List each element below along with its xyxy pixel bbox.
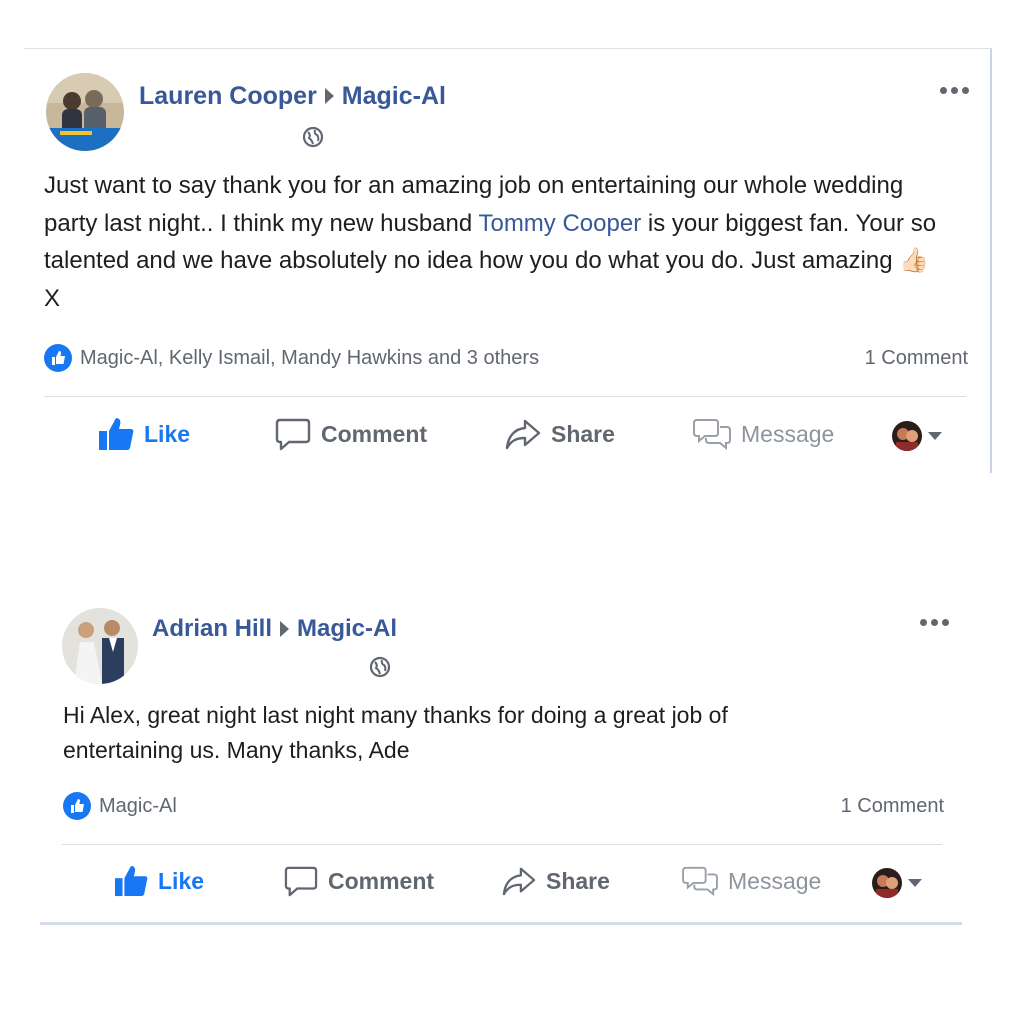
like-reaction-icon — [63, 792, 91, 820]
thumbs-up-emoji: 👍🏻 — [899, 247, 930, 274]
caret-down-icon — [908, 879, 922, 887]
caret-down-icon — [928, 432, 942, 440]
author-name-link[interactable]: Lauren Cooper — [139, 82, 317, 111]
post-card-adrian: Adrian Hill Magic-Al Hi Alex, great nigh… — [40, 600, 962, 925]
actions-divider — [62, 844, 942, 845]
post-card-lauren: Lauren Cooper Magic-Al Just want to say … — [24, 48, 992, 473]
comment-button[interactable]: Comment — [275, 417, 427, 451]
more-options-icon[interactable] — [920, 619, 949, 626]
author-avatar[interactable] — [62, 608, 138, 684]
author-name-link[interactable]: Adrian Hill — [152, 615, 272, 643]
shared-to-arrow-icon — [280, 621, 290, 637]
page-avatar — [872, 868, 902, 898]
share-button[interactable]: Share — [502, 865, 610, 897]
message-icon — [682, 866, 718, 897]
like-button[interactable]: Like — [114, 865, 204, 897]
page-name-link[interactable]: Magic-Al — [297, 615, 397, 643]
like-thumb-icon — [99, 418, 134, 450]
like-thumb-icon — [115, 865, 148, 897]
share-icon — [502, 867, 536, 896]
post-text: Hi Alex, great night last night many tha… — [63, 702, 728, 763]
actions-divider — [44, 396, 966, 397]
reactions-names[interactable]: Magic-Al, Kelly Ismail, Mandy Hawkins an… — [80, 347, 539, 370]
share-icon — [505, 419, 541, 450]
globe-icon[interactable] — [302, 126, 324, 148]
shared-to-arrow-icon — [324, 88, 334, 104]
share-button[interactable]: Share — [505, 417, 615, 451]
mention-link[interactable]: Tommy Cooper — [478, 210, 641, 237]
reactions-summary[interactable]: Magic-Al, Kelly Ismail, Mandy Hawkins an… — [44, 343, 539, 373]
comment-icon — [284, 866, 318, 897]
reactions-names[interactable]: Magic-Al — [99, 795, 177, 818]
post-as-picker[interactable] — [872, 868, 922, 898]
more-options-icon[interactable] — [940, 87, 969, 94]
comment-icon — [275, 418, 311, 451]
globe-icon[interactable] — [369, 656, 391, 678]
reactions-summary[interactable]: Magic-Al — [63, 791, 177, 821]
page-avatar — [892, 421, 922, 451]
page-name-link[interactable]: Magic-Al — [342, 82, 446, 111]
comment-button[interactable]: Comment — [284, 865, 434, 897]
author-avatar[interactable] — [46, 73, 124, 151]
like-reaction-icon — [44, 344, 72, 372]
message-icon — [693, 419, 731, 451]
comment-count-link[interactable]: 1 Comment — [841, 795, 944, 818]
like-button[interactable]: Like — [98, 417, 190, 451]
message-button[interactable]: Message — [693, 417, 834, 451]
message-button[interactable]: Message — [682, 865, 821, 897]
post-as-picker[interactable] — [892, 421, 942, 451]
post-text: Just want to say thank you for an amazin… — [44, 172, 937, 312]
comment-count-link[interactable]: 1 Comment — [865, 347, 968, 370]
